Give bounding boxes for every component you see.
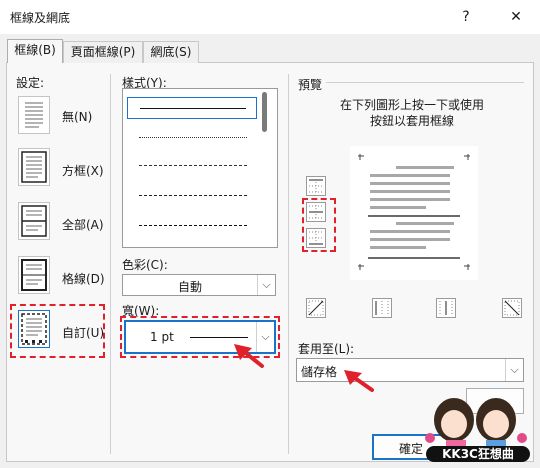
style-dashed-medium-line bbox=[139, 195, 247, 196]
apply-arrow-annotation bbox=[344, 370, 374, 392]
chevron-down-icon[interactable]: ⌵ bbox=[257, 275, 275, 295]
left-border-icon bbox=[375, 301, 389, 315]
bottom-border-icon bbox=[309, 231, 323, 245]
separator-left bbox=[110, 74, 111, 454]
help-button[interactable]: ? bbox=[454, 6, 478, 28]
inside-vertical-border-button[interactable] bbox=[436, 298, 456, 318]
all-borders-icon[interactable] bbox=[18, 202, 50, 240]
preview-instruction-2: 按鈕以套用框線 bbox=[370, 114, 455, 128]
watermark-text: KK3C狂想曲 bbox=[426, 446, 530, 462]
color-label: 色彩(C): bbox=[122, 258, 168, 272]
inside-horizontal-border-button[interactable] bbox=[306, 202, 326, 222]
style-scrollbar[interactable] bbox=[262, 92, 267, 132]
style-dashed-small-line bbox=[139, 165, 247, 166]
width-sample-line bbox=[190, 337, 248, 338]
watermark-logo: KK3C狂想曲 bbox=[416, 384, 536, 464]
apply-to-dropdown[interactable]: 儲存格 ⌵ bbox=[296, 358, 524, 382]
left-border-button[interactable] bbox=[372, 298, 392, 318]
preview-text-line bbox=[396, 222, 454, 225]
apply-to-label: 套用至(L): bbox=[298, 342, 355, 356]
style-dotted-line bbox=[139, 137, 247, 138]
diagonal-up-border-button[interactable] bbox=[306, 298, 326, 318]
style-item-dashed-small[interactable] bbox=[127, 155, 257, 177]
top-border-button[interactable] bbox=[306, 176, 326, 196]
style-list[interactable] bbox=[122, 88, 278, 248]
style-item-dashed-medium[interactable] bbox=[127, 185, 257, 207]
grid-borders-icon[interactable] bbox=[18, 256, 50, 294]
box-border-icon[interactable] bbox=[18, 148, 50, 186]
style-item-dash-dot[interactable] bbox=[127, 215, 257, 237]
preview-text-line bbox=[370, 190, 450, 193]
top-border-icon bbox=[309, 179, 323, 193]
preview-rule bbox=[326, 82, 524, 83]
style-solid-line bbox=[140, 108, 246, 109]
box-border-glyph bbox=[21, 151, 47, 183]
preview-text-line bbox=[370, 206, 426, 209]
preview-text-line bbox=[370, 198, 450, 201]
custom-border-glyph bbox=[21, 313, 47, 345]
all-borders-glyph bbox=[21, 205, 47, 237]
preview-text-line bbox=[370, 246, 426, 249]
preset-grid-label[interactable]: 格線(D) bbox=[62, 270, 105, 287]
color-dropdown[interactable]: 自動 ⌵ bbox=[122, 274, 276, 296]
no-border-icon[interactable] bbox=[18, 96, 50, 134]
preview-text-line bbox=[370, 182, 450, 185]
style-item-solid[interactable] bbox=[127, 97, 257, 119]
tab-shading[interactable]: 網底(S) bbox=[143, 41, 199, 63]
preview-instruction-1: 在下列圖形上按一下或使用 bbox=[340, 98, 485, 112]
no-border-glyph bbox=[25, 102, 43, 128]
bottom-border-button[interactable] bbox=[306, 228, 326, 248]
preset-all-label[interactable]: 全部(A) bbox=[62, 216, 104, 233]
preview-area[interactable] bbox=[350, 146, 478, 280]
preview-text-line bbox=[396, 166, 454, 169]
color-value: 自動 bbox=[177, 280, 202, 294]
grid-borders-glyph bbox=[21, 259, 47, 291]
tab-page-border[interactable]: 頁面框線(P) bbox=[63, 41, 143, 63]
diagonal-up-border-icon bbox=[308, 300, 324, 316]
preview-text-line bbox=[370, 238, 450, 241]
setting-heading: 設定: bbox=[16, 76, 45, 90]
style-dash-dot-line bbox=[139, 225, 247, 226]
dialog-title: 框線及網底 bbox=[10, 11, 71, 25]
preset-none-label[interactable]: 無(N) bbox=[62, 108, 92, 125]
inside-horizontal-border-icon bbox=[309, 205, 323, 219]
preset-custom-label[interactable]: 自訂(U) bbox=[62, 324, 104, 341]
style-item-dotted[interactable] bbox=[127, 127, 257, 149]
chevron-down-icon[interactable]: ⌵ bbox=[505, 359, 523, 381]
inside-vertical-border-icon bbox=[439, 301, 453, 315]
tab-borders[interactable]: 框線(B) bbox=[7, 39, 63, 63]
close-button[interactable]: ✕ bbox=[504, 6, 528, 28]
apply-to-value: 儲存格 bbox=[301, 365, 338, 379]
diagonal-down-border-icon bbox=[504, 300, 520, 316]
preview-heading: 預覽 bbox=[298, 78, 323, 92]
diagonal-down-border-button[interactable] bbox=[502, 298, 522, 318]
preview-text-line bbox=[370, 230, 450, 233]
width-value: 1 pt bbox=[150, 330, 174, 344]
preview-text-line bbox=[370, 174, 450, 177]
custom-border-icon[interactable] bbox=[18, 310, 50, 348]
preset-box-label[interactable]: 方框(X) bbox=[62, 162, 104, 179]
width-arrow-annotation bbox=[234, 344, 264, 368]
separator-right bbox=[288, 74, 289, 454]
